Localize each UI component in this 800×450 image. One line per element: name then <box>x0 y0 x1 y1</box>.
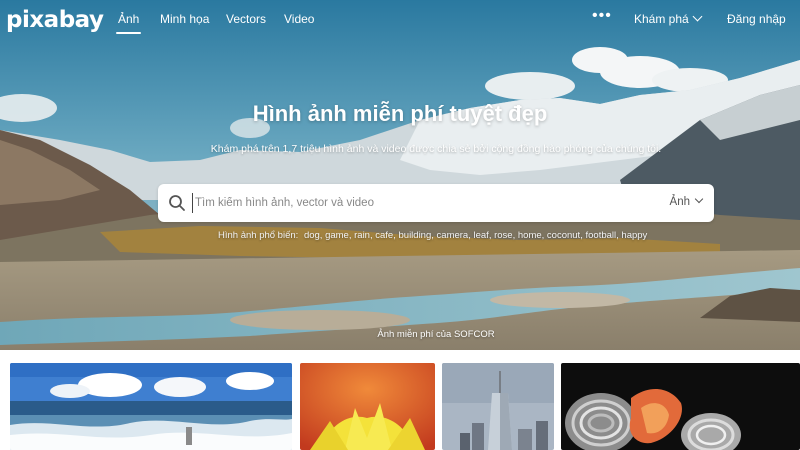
skyline-image <box>442 363 554 450</box>
search-type-label: Ảnh <box>669 196 690 208</box>
nav-tab-illustrations[interactable]: Minh họa <box>160 12 209 26</box>
popular-tag[interactable]: building <box>399 230 432 241</box>
pixabay-logo[interactable]: pixabay <box>6 7 104 33</box>
popular-tag[interactable]: leaf <box>474 230 489 241</box>
abstract-image <box>561 363 800 450</box>
photo-credit[interactable]: Ảnh miễn phí của SOFCOR <box>0 329 800 340</box>
hero-background-image <box>0 0 800 350</box>
nav-tab-photos[interactable]: Ảnh <box>115 12 142 34</box>
chevron-down-icon <box>692 11 703 22</box>
popular-label: Hình ảnh phổ biến: <box>218 230 299 241</box>
popular-tag[interactable]: football <box>585 230 616 241</box>
popular-tag[interactable]: camera <box>437 230 469 241</box>
nav-tab-vectors[interactable]: Vectors <box>226 12 266 26</box>
image-grid <box>0 363 800 450</box>
ocean-image <box>10 363 292 450</box>
explore-label: Khám phá <box>634 12 689 26</box>
search-bar: Ảnh <box>158 184 714 222</box>
image-thumbnail[interactable] <box>300 363 435 450</box>
image-thumbnail[interactable] <box>10 363 292 450</box>
hero-subtitle: Khám phá trên 1,7 triệu hình ảnh và vide… <box>210 143 662 155</box>
popular-tag[interactable]: rose <box>494 230 512 241</box>
image-thumbnail[interactable] <box>561 363 800 450</box>
popular-tag[interactable]: coconut <box>547 230 580 241</box>
popular-tag[interactable]: cafe <box>375 230 393 241</box>
popular-tag[interactable]: happy <box>621 230 647 241</box>
nav-tab-videos[interactable]: Video <box>284 12 314 26</box>
popular-searches: Hình ảnh phổ biến: dog, game, rain, cafe… <box>218 230 648 241</box>
login-link[interactable]: Đăng nhập <box>727 12 786 26</box>
popular-tag[interactable]: rain <box>354 230 370 241</box>
image-thumbnail[interactable] <box>442 363 554 450</box>
hero-banner: pixabay Ảnh Minh họa Vectors Video ••• K… <box>0 0 800 350</box>
search-type-dropdown[interactable]: Ảnh <box>669 194 704 208</box>
flower-image <box>300 363 435 450</box>
hero-title: Hình ảnh miễn phí tuyệt đẹp <box>252 101 548 126</box>
popular-tag[interactable]: game <box>325 230 349 241</box>
search-icon[interactable] <box>168 194 186 212</box>
popular-tag[interactable]: dog <box>304 230 320 241</box>
more-dots-icon[interactable]: ••• <box>592 7 612 25</box>
popular-tag[interactable]: home <box>518 230 542 241</box>
explore-menu[interactable]: Khám phá <box>634 11 703 26</box>
top-navigation: pixabay Ảnh Minh họa Vectors Video ••• K… <box>0 0 800 40</box>
chevron-down-icon <box>694 194 704 204</box>
search-input[interactable] <box>192 193 622 213</box>
